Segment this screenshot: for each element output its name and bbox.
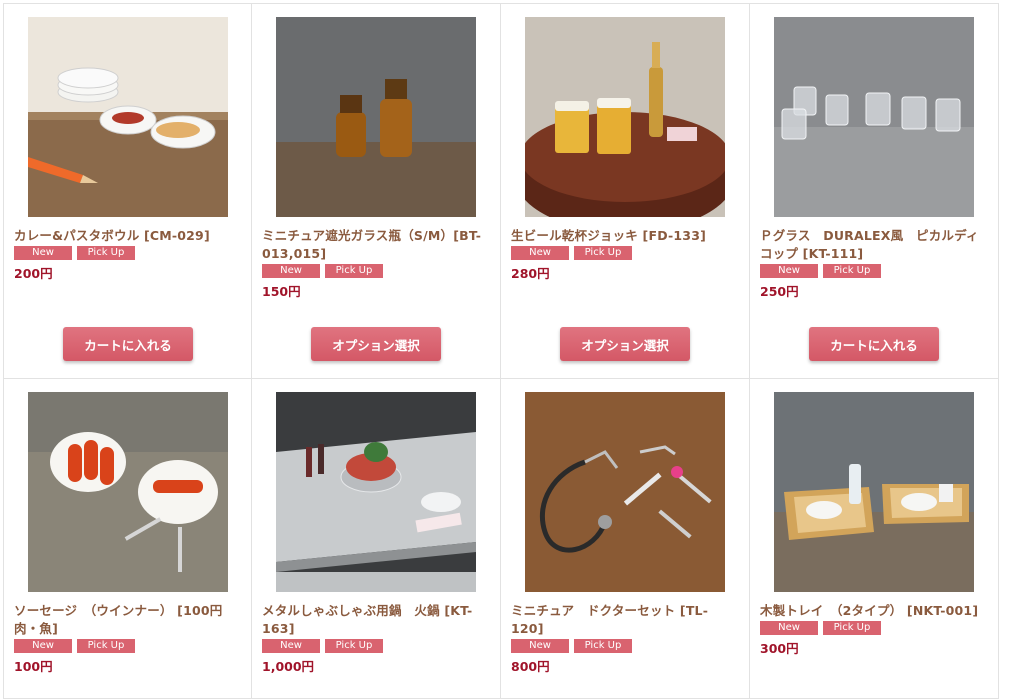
product-card: ソーセージ （ウインナー） [100円 肉・魚] New Pick Up 100… <box>3 379 252 699</box>
product-price: 800円 <box>511 659 550 674</box>
new-badge: New <box>511 246 569 260</box>
product-card: 木製トレイ （2タイプ） [NKT-001] New Pick Up 300円 <box>750 379 999 699</box>
product-price: 150円 <box>262 284 301 299</box>
product-card: カレー&パスタボウル [CM-029] New Pick Up 200円 カート… <box>3 4 252 379</box>
new-badge: New <box>511 639 569 653</box>
product-image[interactable] <box>276 392 476 592</box>
new-badge: New <box>14 639 72 653</box>
product-card: Ｐグラス DURALEX風 ピカルディ コップ [KT-111] New Pic… <box>750 4 999 379</box>
product-card: ミニチュア遮光ガラス瓶（S/M）[BT-013,015] New Pick Up… <box>252 4 501 379</box>
product-name[interactable]: ソーセージ （ウインナー） [100円 肉・魚] <box>14 602 241 638</box>
select-option-button[interactable]: オプション選択 <box>311 327 441 361</box>
product-name[interactable]: ミニチュア ドクターセット [TL-120] <box>511 602 739 638</box>
new-badge: New <box>760 621 818 635</box>
product-price: 100円 <box>14 659 53 674</box>
product-card: ミニチュア ドクターセット [TL-120] New Pick Up 800円 <box>501 379 750 699</box>
pickup-badge: Pick Up <box>325 264 383 278</box>
new-badge: New <box>14 246 72 260</box>
product-image[interactable] <box>525 17 725 217</box>
add-to-cart-button[interactable]: カートに入れる <box>63 327 193 361</box>
product-name[interactable]: メタルしゃぶしゃぶ用鍋 火鍋 [KT-163] <box>262 602 490 638</box>
product-card: メタルしゃぶしゃぶ用鍋 火鍋 [KT-163] New Pick Up 1,00… <box>252 379 501 699</box>
product-image[interactable] <box>525 392 725 592</box>
product-price: 300円 <box>760 641 799 656</box>
product-price: 250円 <box>760 284 799 299</box>
product-image[interactable] <box>276 17 476 217</box>
new-badge: New <box>262 264 320 278</box>
pickup-badge: Pick Up <box>823 621 881 635</box>
product-image[interactable] <box>27 392 228 592</box>
new-badge: New <box>262 639 320 653</box>
product-price: 280円 <box>511 266 550 281</box>
pickup-badge: Pick Up <box>574 246 632 260</box>
product-card: 生ビール乾杯ジョッキ [FD-133] New Pick Up 280円 オプシ… <box>501 4 750 379</box>
product-image[interactable] <box>774 17 974 217</box>
product-name[interactable]: 木製トレイ （2タイプ） [NKT-001] <box>760 602 988 620</box>
product-image[interactable] <box>27 17 228 217</box>
product-price: 1,000円 <box>262 659 315 674</box>
product-name[interactable]: カレー&パスタボウル [CM-029] <box>14 227 241 245</box>
add-to-cart-button[interactable]: カートに入れる <box>809 327 939 361</box>
product-price: 200円 <box>14 266 53 281</box>
product-image[interactable] <box>774 392 974 592</box>
pickup-badge: Pick Up <box>325 639 383 653</box>
pickup-badge: Pick Up <box>77 246 135 260</box>
product-name[interactable]: 生ビール乾杯ジョッキ [FD-133] <box>511 227 739 245</box>
new-badge: New <box>760 264 818 278</box>
product-grid: カレー&パスタボウル [CM-029] New Pick Up 200円 カート… <box>3 3 999 699</box>
product-name[interactable]: ミニチュア遮光ガラス瓶（S/M）[BT-013,015] <box>262 227 490 263</box>
product-name[interactable]: Ｐグラス DURALEX風 ピカルディ コップ [KT-111] <box>760 227 991 263</box>
pickup-badge: Pick Up <box>574 639 632 653</box>
pickup-badge: Pick Up <box>77 639 135 653</box>
select-option-button[interactable]: オプション選択 <box>560 327 690 361</box>
pickup-badge: Pick Up <box>823 264 881 278</box>
